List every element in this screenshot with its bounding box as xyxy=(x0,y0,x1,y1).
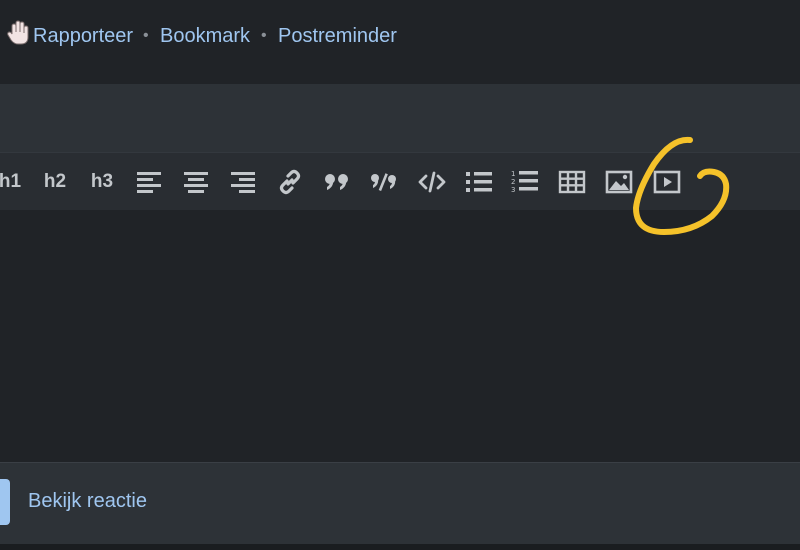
link-icon[interactable] xyxy=(276,167,304,197)
numbered-list-icon[interactable]: 1 2 3 xyxy=(510,167,540,197)
table-icon[interactable] xyxy=(557,167,587,197)
separator-dot: • xyxy=(261,27,267,44)
heading1-button[interactable]: h1 xyxy=(0,167,24,197)
post-actions-bar: Rapporteer • Bookmark • Postreminder xyxy=(0,0,800,84)
footer-bar: Bekijk reactie xyxy=(0,462,800,545)
spoiler-icon[interactable] xyxy=(370,167,398,197)
svg-text:2: 2 xyxy=(511,178,515,186)
align-left-icon[interactable] xyxy=(135,167,163,197)
heading2-button[interactable]: h2 xyxy=(40,167,70,197)
video-icon[interactable] xyxy=(652,167,682,197)
separator-dot: • xyxy=(143,27,149,44)
bottom-divider xyxy=(0,544,800,550)
post-reminder-link[interactable]: Postreminder xyxy=(278,24,397,48)
bookmark-link[interactable]: Bookmark xyxy=(160,24,250,48)
footer-accent-bar xyxy=(0,479,10,525)
image-icon[interactable] xyxy=(604,167,634,197)
view-reply-link[interactable]: Bekijk reactie xyxy=(28,489,147,513)
align-center-icon[interactable] xyxy=(182,167,210,197)
editor-header xyxy=(0,84,800,152)
bulleted-list-icon[interactable] xyxy=(464,167,494,197)
page: Rapporteer • Bookmark • Postreminder h1 … xyxy=(0,0,800,550)
svg-text:3: 3 xyxy=(511,186,515,194)
quote-icon[interactable] xyxy=(323,167,351,197)
heading3-button[interactable]: h3 xyxy=(87,167,117,197)
formatting-toolbar: h1 h2 h3 1 2 3 xyxy=(0,152,800,211)
hand-icon[interactable] xyxy=(6,20,30,46)
code-icon[interactable] xyxy=(417,167,447,197)
align-right-icon[interactable] xyxy=(229,167,257,197)
editor-text-area[interactable] xyxy=(0,210,800,462)
report-link[interactable]: Rapporteer xyxy=(33,24,133,48)
svg-text:1: 1 xyxy=(511,170,515,178)
